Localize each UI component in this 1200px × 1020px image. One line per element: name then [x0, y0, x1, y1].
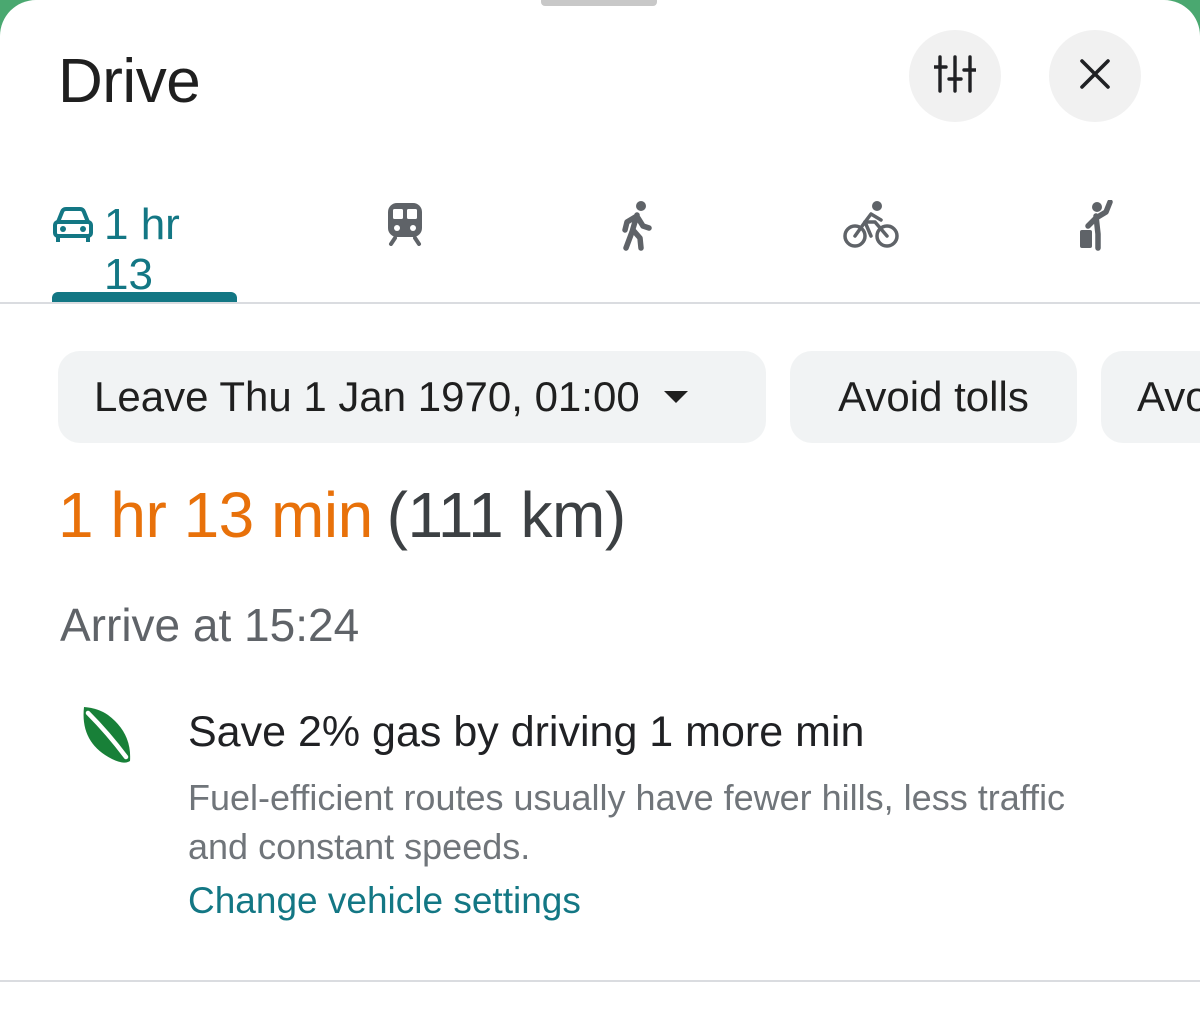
ride-hailing-icon	[1076, 199, 1116, 257]
train-icon	[385, 200, 425, 251]
avoid-option-label: Avo	[1137, 373, 1200, 420]
selected-tab-indicator	[52, 292, 237, 302]
bicycle-icon	[843, 200, 899, 253]
divider	[0, 980, 1200, 982]
departure-time-label: Leave Thu 1 Jan 1970, 01:00	[94, 373, 640, 420]
directions-sheet: Drive 1 hr 13 Leave Thu 1 Jan 1970, 01:0…	[0, 0, 1200, 1020]
arrival-time: Arrive at 15:24	[60, 599, 360, 651]
walking-icon	[617, 200, 657, 257]
car-icon	[52, 200, 94, 255]
route-options-button[interactable]	[909, 30, 1001, 122]
travel-mode-tabs: 1 hr 13	[0, 170, 1200, 304]
avoid-tolls-label: Avoid tolls	[838, 373, 1029, 420]
eco-route-title: Save 2% gas by driving 1 more min	[188, 708, 865, 756]
tab-ride-hailing[interactable]	[1076, 170, 1116, 302]
tab-walk[interactable]	[617, 170, 657, 302]
close-button[interactable]	[1049, 30, 1141, 122]
eco-route-description: Fuel-efficient routes usually have fewer…	[188, 777, 1066, 867]
page-title: Drive	[58, 47, 201, 116]
change-vehicle-settings-link[interactable]: Change vehicle settings	[188, 880, 581, 922]
route-summary: 1 hr 13 min (111 km)	[58, 478, 626, 552]
departure-time-chip[interactable]: Leave Thu 1 Jan 1970, 01:00	[58, 351, 766, 443]
tab-cycle[interactable]	[843, 170, 899, 302]
drag-handle[interactable]	[541, 0, 657, 6]
avoid-tolls-chip[interactable]: Avoid tolls	[790, 351, 1077, 443]
close-icon	[1079, 58, 1111, 95]
tune-sliders-icon	[932, 54, 978, 99]
route-duration: 1 hr 13 min	[58, 479, 373, 551]
tab-transit[interactable]	[385, 170, 425, 302]
tab-drive-duration: 1 hr 13	[104, 200, 180, 299]
route-distance: (111 km)	[386, 479, 627, 551]
leaf-icon	[78, 703, 134, 770]
dropdown-caret-icon	[663, 391, 688, 403]
tab-drive[interactable]: 1 hr 13	[52, 170, 238, 302]
avoid-option-chip[interactable]: Avo	[1101, 351, 1200, 443]
